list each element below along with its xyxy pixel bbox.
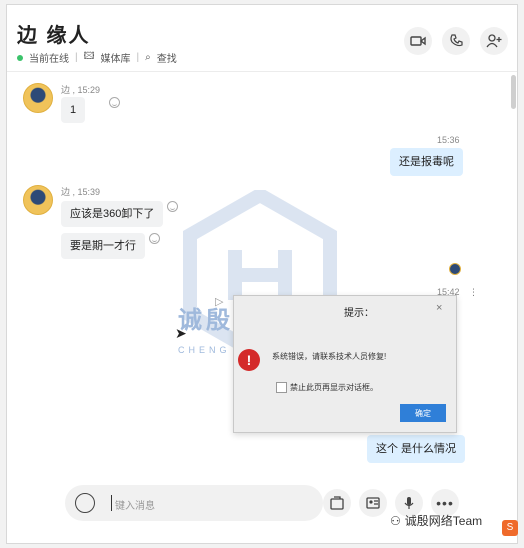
avatar[interactable] (23, 185, 53, 215)
emoji-icon[interactable] (75, 493, 95, 513)
attach-file-button[interactable] (323, 489, 351, 517)
add-member-button[interactable] (480, 27, 508, 55)
brand-footer: ⚇ 诚殷网络Team (390, 512, 482, 529)
add-user-icon (486, 34, 502, 48)
contact-name: 边 缘人 (17, 25, 91, 47)
error-icon: ! (238, 349, 260, 371)
reaction-smile-icon[interactable] (167, 201, 178, 212)
message-input[interactable]: 键入消息 (115, 497, 155, 512)
message-bubble[interactable]: 应该是360卸下了 (61, 201, 164, 227)
more-options-icon[interactable]: ⋮ (469, 287, 478, 298)
contact-card-button[interactable] (359, 489, 387, 517)
online-status: 当前在线 (29, 54, 69, 65)
brand-logo-icon: S (502, 520, 518, 536)
message-composer[interactable]: 键入消息 (65, 485, 323, 521)
text-caret (111, 495, 112, 511)
contact-card-icon (366, 497, 380, 509)
dialog-message: 系统错误，请联系技术人员修复! (272, 352, 387, 361)
watermark-subtext: CHENG (178, 345, 231, 355)
alert-dialog: 提示： × ! 系统错误，请联系技术人员修复! 禁止此页再显示对话框。 确定 (233, 295, 457, 433)
more-dots-icon: ••• (436, 495, 454, 511)
avatar[interactable] (23, 83, 53, 113)
chat-header: 边 缘人 当前在线 | 🖾 媒体库 | ⌕ 查找 (7, 5, 517, 72)
reaction-smile-icon[interactable] (149, 233, 160, 244)
search-link[interactable]: 查找 (157, 50, 177, 65)
message-bubble[interactable]: 还是报毒呢 (390, 148, 463, 176)
brand-text: 诚殷网络Team (404, 514, 483, 528)
voice-call-button[interactable] (442, 27, 470, 55)
message-bubble[interactable]: 这个 是什么情况 (367, 435, 466, 463)
ok-button[interactable]: 确定 (400, 404, 446, 422)
search-icon: ⌕ (145, 52, 151, 63)
phone-icon (450, 34, 463, 47)
media-library-icon: 🖾 (83, 51, 95, 62)
reaction-smile-icon[interactable] (109, 97, 120, 108)
suppress-dialog-label[interactable]: 禁止此页再显示对话框。 (290, 382, 378, 393)
chat-window: 边 缘人 当前在线 | 🖾 媒体库 | ⌕ 查找 边 , 15:29 1 15:… (6, 4, 518, 544)
scrollbar[interactable] (511, 75, 517, 475)
folder-icon (330, 496, 344, 510)
dialog-title: 提示： (344, 308, 374, 319)
video-call-button[interactable] (404, 27, 432, 55)
message-bubble[interactable]: 要是期一才行 (61, 233, 145, 259)
message-meta: 边 , 15:29 (61, 85, 101, 95)
scrollbar-thumb[interactable] (511, 75, 516, 109)
message-bubble[interactable]: 1 (61, 97, 86, 123)
suppress-dialog-checkbox[interactable] (276, 382, 287, 393)
message-meta: 边 , 15:39 (61, 187, 101, 197)
media-library-link[interactable]: 媒体库 (101, 50, 131, 65)
wechat-icon: ⚇ (390, 513, 401, 528)
message-time: 15:36 (437, 135, 460, 145)
video-camera-icon (410, 36, 426, 46)
online-status-dot (17, 54, 23, 61)
microphone-icon (404, 497, 414, 509)
close-icon[interactable]: × (436, 302, 442, 314)
own-avatar[interactable] (449, 263, 461, 275)
header-subbar: 当前在线 | 🖾 媒体库 | ⌕ 查找 (17, 49, 177, 66)
